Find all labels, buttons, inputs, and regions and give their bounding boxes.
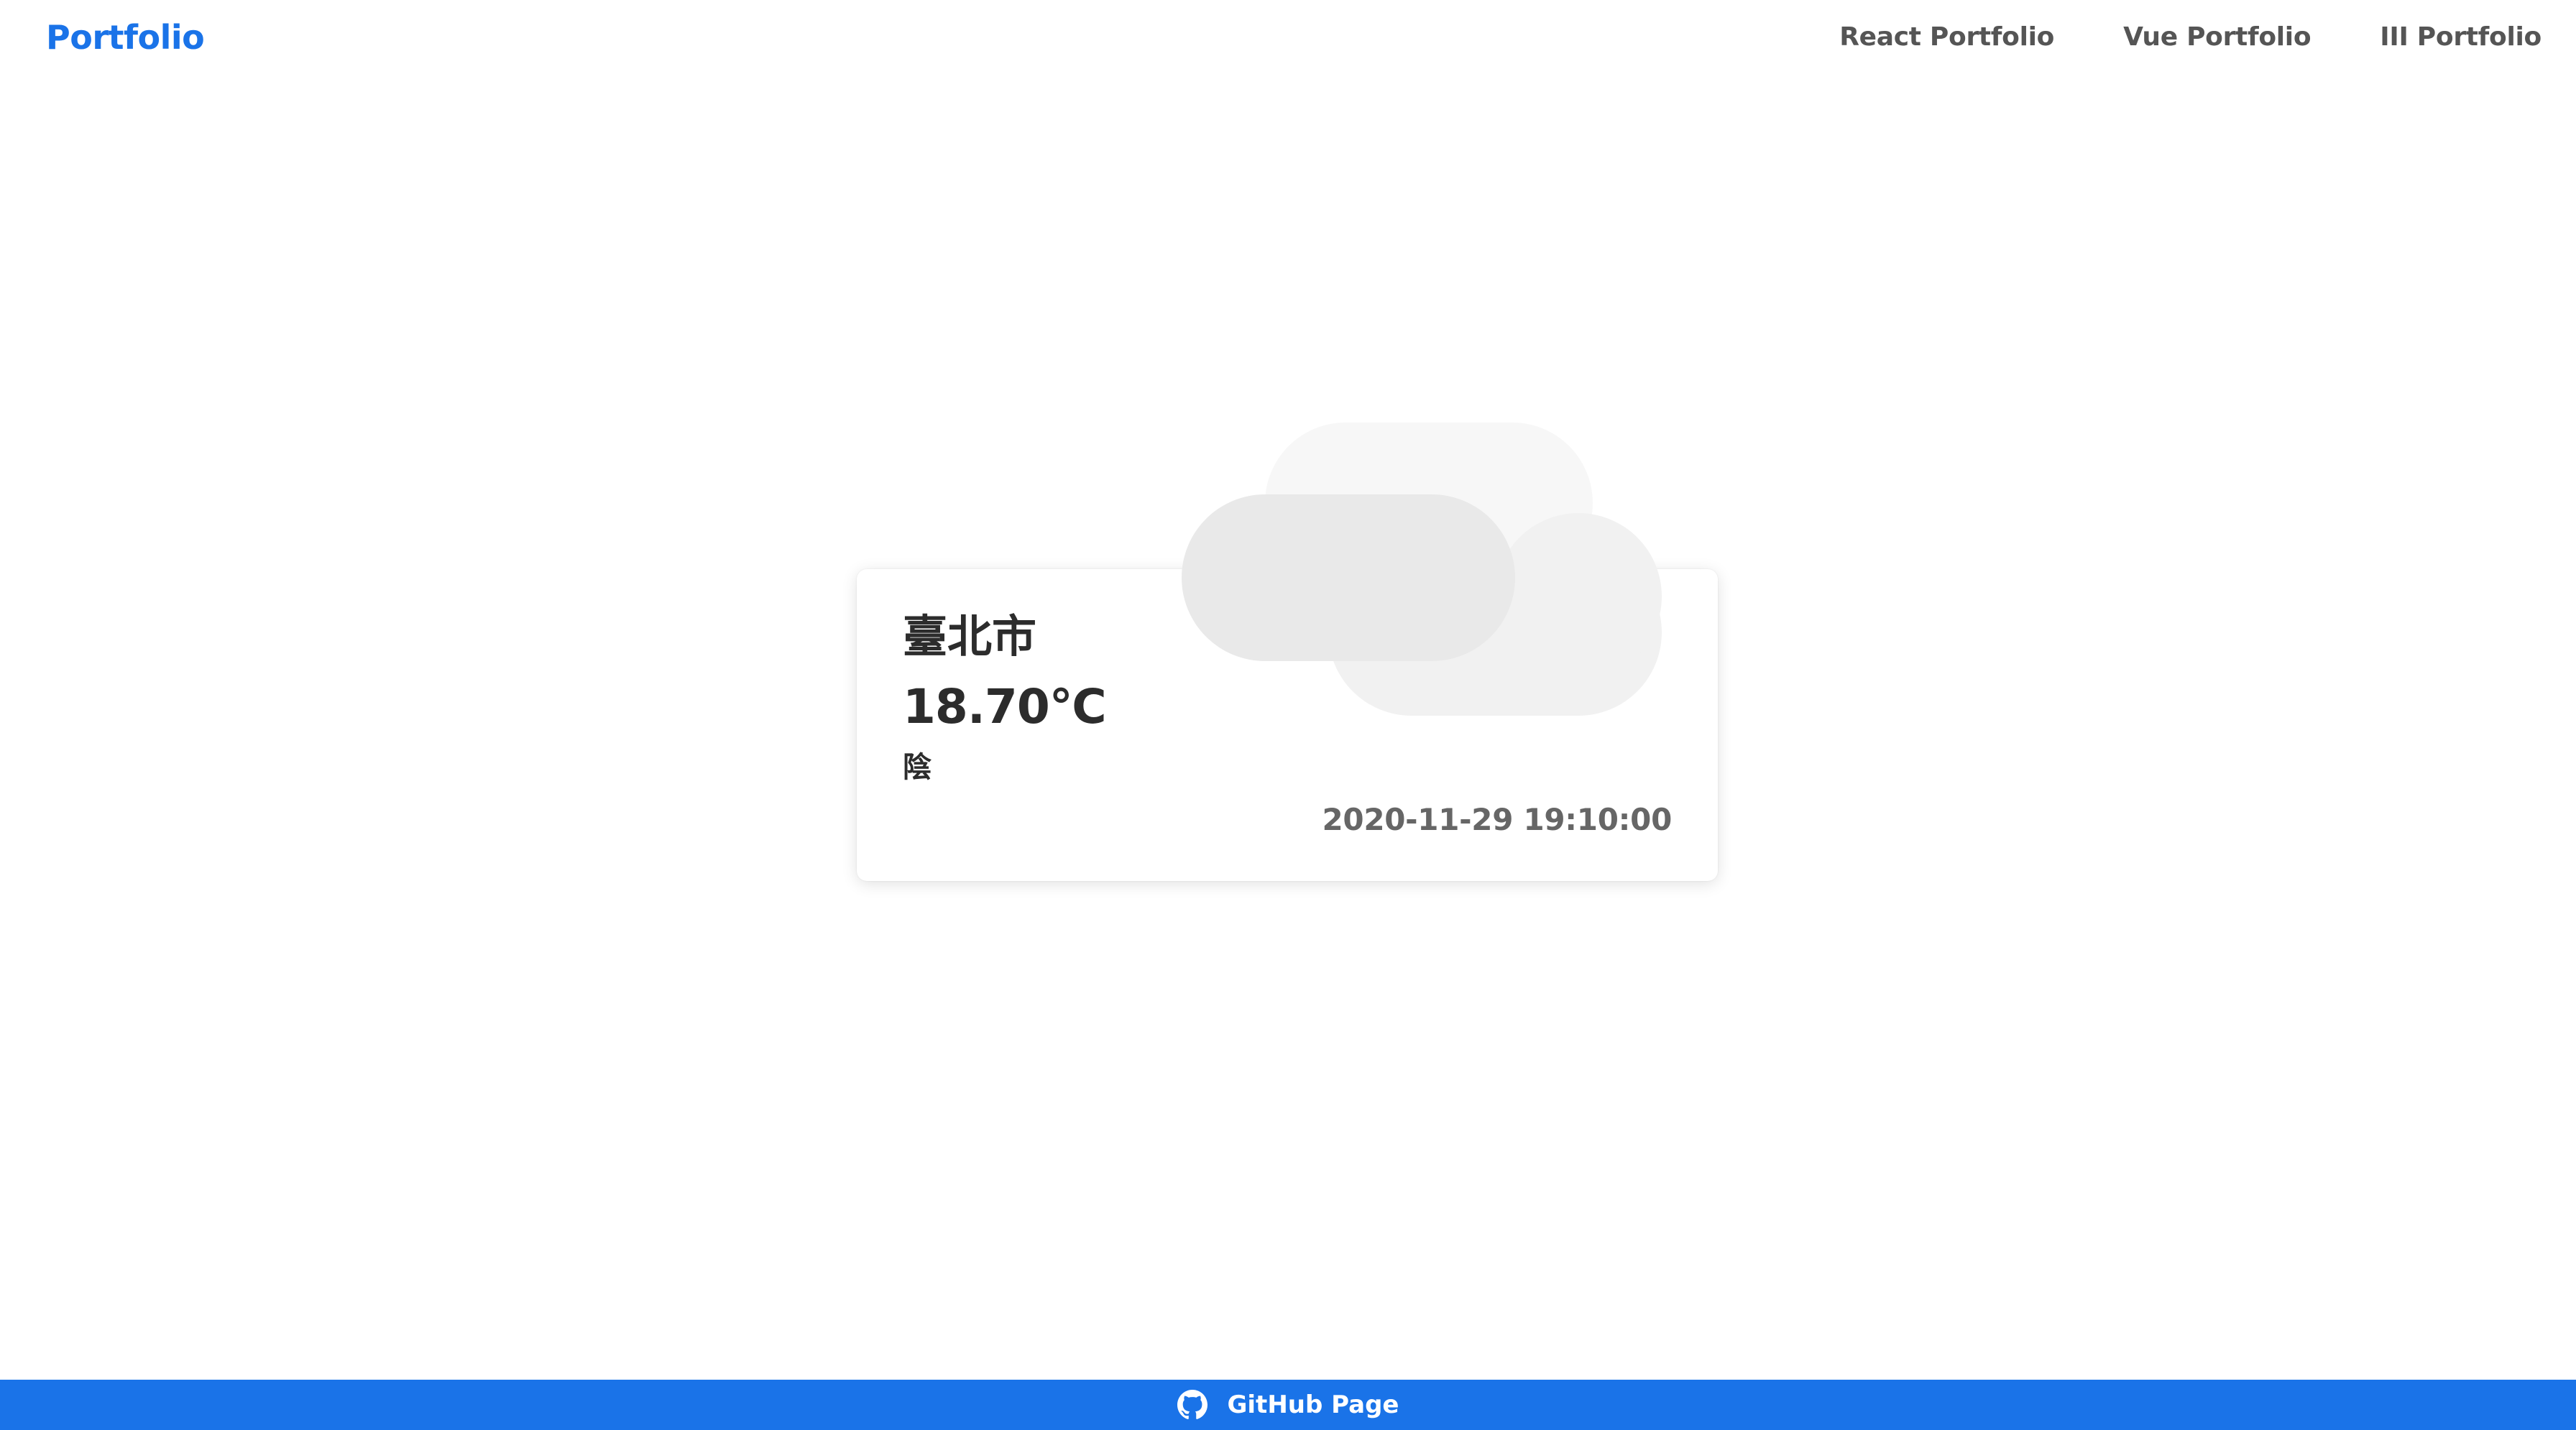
main-nav: React Portfolio Vue Portfolio III Portfo…	[1839, 16, 2542, 59]
brand-link[interactable]: Portfolio	[46, 14, 205, 60]
observation-time: 2020-11-29 19:10:00	[1322, 802, 1672, 837]
page: Portfolio React Portfolio Vue Portfolio …	[0, 0, 2576, 1430]
top-navbar: Portfolio React Portfolio Vue Portfolio …	[0, 0, 2576, 75]
github-page-link[interactable]: GitHub Page	[1177, 1387, 1399, 1423]
city-name: 臺北市	[903, 610, 1037, 663]
cloud-icon	[1182, 423, 1662, 716]
nav-iii-portfolio[interactable]: III Portfolio	[2380, 16, 2542, 59]
nav-react-portfolio[interactable]: React Portfolio	[1839, 16, 2054, 59]
github-page-label: GitHub Page	[1227, 1390, 1399, 1419]
github-icon	[1177, 1390, 1208, 1419]
temperature-value: 18.70℃	[903, 679, 1107, 734]
nav-vue-portfolio[interactable]: Vue Portfolio	[2123, 16, 2311, 59]
footer-bar: GitHub Page	[0, 1380, 2576, 1430]
weather-description: 陰	[903, 751, 932, 784]
